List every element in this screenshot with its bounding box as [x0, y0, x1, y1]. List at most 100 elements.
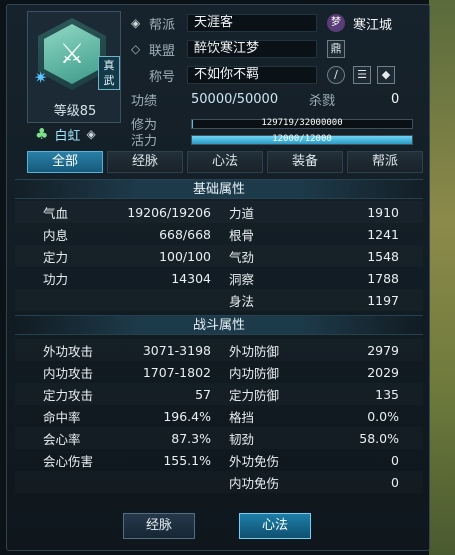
stat-name: 内功攻击	[43, 365, 94, 381]
stat-name: 定力	[43, 249, 69, 265]
camp-row: ♣ 白虹 ◈	[35, 123, 125, 145]
tab-guild[interactable]: 帮派	[347, 151, 423, 173]
stat-row: 内功免伤 0	[15, 471, 423, 493]
stat-row: 命中率 196.4% 格挡 0.0%	[15, 405, 423, 427]
stat-row: 会心率 87.3% 韧劲 58.0%	[15, 427, 423, 449]
stat-row: 定力攻击 57 定力防御 135	[15, 383, 423, 405]
combat-attributes-title: 战斗属性	[15, 315, 423, 335]
stat-value: 135	[375, 386, 399, 402]
merit-label: 功绩	[131, 93, 158, 109]
stat-name: 身法	[229, 293, 255, 309]
stat-name: 外功攻击	[43, 343, 94, 359]
alliance-label: 联盟	[149, 43, 176, 59]
stat-name: 定力防御	[229, 387, 280, 403]
stat-name: 内息	[43, 227, 69, 243]
stat-value: 14304	[171, 270, 211, 286]
basic-attributes-table: 气血 19206/19206 力道 1910 内息 668/668 根骨 124…	[15, 201, 423, 311]
stat-name: 外功免伤	[229, 453, 280, 469]
stat-name: 力道	[229, 205, 255, 221]
stat-value: 19206/19206	[127, 204, 211, 220]
vitality-bar: 12000/12000	[191, 134, 413, 145]
title-row: 称号 不如你不羁 ∕ ☰ ◆	[131, 65, 421, 85]
stat-row: 会心伤害 155.1% 外功免伤 0	[15, 449, 423, 471]
sword-icon: ⚔	[59, 37, 85, 70]
stat-value: 155.1%	[163, 452, 211, 468]
tab-mind[interactable]: 心法	[187, 151, 263, 173]
kill-value: 0	[391, 91, 400, 107]
stat-value: 58.0%	[359, 430, 399, 446]
title-label: 称号	[149, 69, 176, 85]
guild-label: 帮派	[149, 17, 176, 33]
guild-name[interactable]: 天涯客	[187, 14, 317, 32]
stat-value: 1707-1802	[142, 364, 211, 380]
stat-row: 内息 668/668 根骨 1241	[15, 223, 423, 245]
stat-value: 57	[195, 386, 211, 402]
character-panel: ⚔ 真武 ✷ 等级85 ♣ 白虹 ◈ ◈ 帮派 天涯客 梦 寒江城 ◇ 联盟 醉…	[6, 4, 430, 551]
stat-value: 2979	[367, 342, 399, 358]
list-icon[interactable]: ☰	[353, 66, 371, 84]
stat-value: 0.0%	[367, 408, 399, 424]
meridian-button[interactable]: 经脉	[123, 513, 195, 539]
dream-tag-icon: 梦	[327, 14, 345, 32]
diamond-icon: ◈	[131, 16, 141, 30]
diamond-icon[interactable]: ◈	[86, 127, 95, 141]
stat-value: 1910	[367, 204, 399, 220]
vitality-label: 活力	[131, 133, 158, 149]
diamond-outline-icon: ◇	[131, 42, 141, 56]
stat-name: 根骨	[229, 227, 255, 243]
stat-value: 1548	[367, 248, 399, 264]
stat-name: 会心伤害	[43, 453, 94, 469]
stat-name: 功力	[43, 271, 69, 287]
stat-value: 668/668	[159, 226, 211, 242]
stat-value: 87.3%	[171, 430, 211, 446]
stat-name: 韧劲	[229, 431, 255, 447]
stat-name: 洞察	[229, 271, 255, 287]
stat-value: 3071-3198	[142, 342, 211, 358]
stat-name: 气血	[43, 205, 69, 221]
guild-city: 寒江城	[353, 17, 393, 33]
cultivation-bar-text: 129719/32000000	[261, 118, 343, 128]
school-badge: 真武	[98, 56, 120, 90]
tab-bar: 全部 经脉 心法 装备 帮派	[27, 151, 423, 175]
pen-icon[interactable]: ∕	[327, 66, 345, 84]
stat-name: 定力攻击	[43, 387, 94, 403]
cultivation-bar: 129719/32000000	[191, 118, 413, 129]
camp-icon: ♣	[35, 125, 49, 143]
stat-name: 格挡	[229, 409, 255, 425]
gear-icon: ✷	[34, 68, 48, 87]
stat-name: 外功防御	[229, 343, 280, 359]
stat-row: 内功攻击 1707-1802 内功防御 2029	[15, 361, 423, 383]
stat-name: 内功免伤	[229, 475, 280, 491]
portrait-frame: ⚔ 真武 ✷ 等级85	[27, 11, 121, 123]
stat-value: 0	[391, 452, 399, 468]
stat-row: 定力 100/100 气劲 1548	[15, 245, 423, 267]
vitality-bar-text: 12000/12000	[272, 134, 332, 144]
tripod-badge: 鼎	[327, 40, 345, 58]
box-icon[interactable]: ◆	[377, 66, 395, 84]
stat-value: 1788	[367, 270, 399, 286]
kill-label: 杀戮	[309, 93, 336, 109]
stat-name: 气劲	[229, 249, 255, 265]
stat-name: 会心率	[43, 431, 81, 447]
tab-meridian[interactable]: 经脉	[107, 151, 183, 173]
stat-value: 100/100	[159, 248, 211, 264]
stat-name: 内功防御	[229, 365, 280, 381]
tab-equipment[interactable]: 装备	[267, 151, 343, 173]
merit-row: 功绩 50000/50000 杀戮 0	[131, 89, 421, 109]
title-value[interactable]: 不如你不羁	[187, 66, 317, 84]
stat-value: 1241	[367, 226, 399, 242]
stat-row: 身法 1197	[15, 289, 423, 311]
camp-name: 白虹	[54, 128, 81, 144]
basic-attributes-title: 基础属性	[15, 179, 423, 199]
tab-all[interactable]: 全部	[27, 151, 103, 173]
stat-row: 功力 14304 洞察 1788	[15, 267, 423, 289]
guild-row: ◈ 帮派 天涯客 梦 寒江城	[131, 13, 421, 33]
stat-row: 气血 19206/19206 力道 1910	[15, 201, 423, 223]
stat-value: 2029	[367, 364, 399, 380]
stat-value: 1197	[367, 292, 399, 308]
level-text: 等级85	[53, 104, 97, 119]
alliance-name[interactable]: 醉饮寒江梦	[187, 40, 317, 58]
stat-value: 0	[391, 474, 399, 490]
stat-row: 外功攻击 3071-3198 外功防御 2979	[15, 339, 423, 361]
mind-button[interactable]: 心法	[239, 513, 311, 539]
